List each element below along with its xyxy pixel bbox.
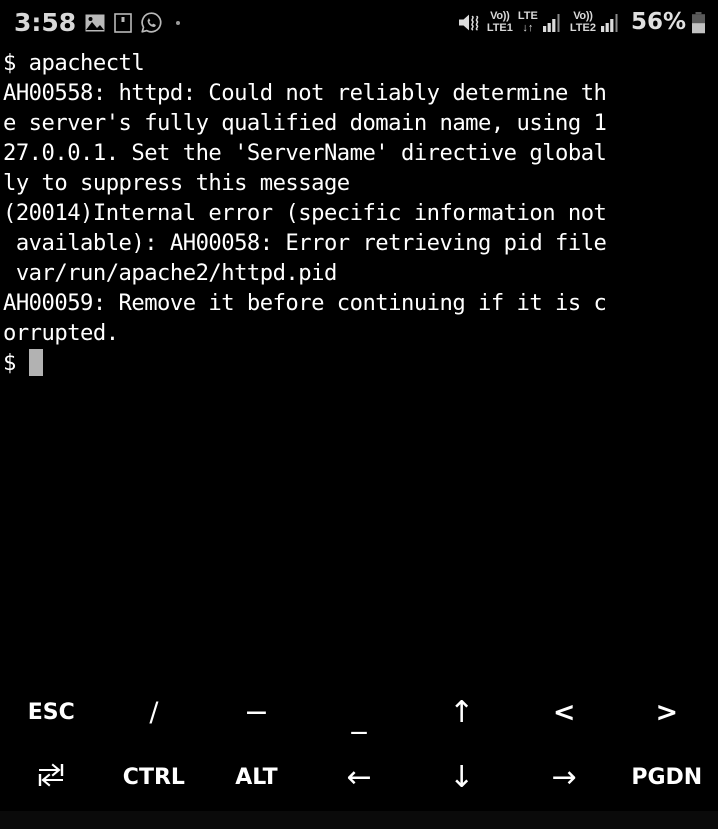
sim1-volte-label: Vo)) [490, 10, 510, 23]
signal-bars-sim1-icon [542, 13, 565, 33]
key-arrow-right-label: → [551, 760, 577, 795]
status-bar-left: 3:58 [14, 8, 181, 37]
key-slash[interactable]: / [103, 680, 206, 745]
terminal-prompt-line: $ [3, 348, 718, 378]
terminal-line: var/run/apache2/httpd.pid [3, 260, 337, 286]
vibrate-mute-icon [457, 12, 482, 33]
mobile-data-indicator: LTE ↓↑ [517, 10, 538, 34]
key-arrow-up[interactable]: ↑ [410, 680, 513, 745]
terminal-line: $ apachectl [3, 50, 145, 76]
terminal-line: 27.0.0.1. Set the 'ServerName' directive… [3, 140, 607, 166]
navigation-gesture-bar [0, 811, 718, 829]
terminal-line: e server's fully qualified domain name, … [3, 110, 607, 136]
status-bar-right: Vo)) LTE1 LTE ↓↑ Vo)) LTE2 56% [457, 11, 706, 34]
key-underscore-label: _ [351, 700, 367, 735]
key-alt[interactable]: ALT [205, 745, 308, 810]
key-greater-than[interactable]: > [615, 680, 718, 745]
key-less-than[interactable]: < [513, 680, 616, 745]
key-arrow-up-label: ↑ [449, 695, 475, 730]
terminal-line: AH00558: httpd: Could not reliably deter… [3, 80, 607, 106]
key-arrow-down-label: ↓ [449, 760, 475, 795]
status-clock: 3:58 [14, 8, 77, 37]
terminal-line: orrupted. [3, 320, 119, 346]
screenshot-icon [114, 12, 132, 33]
tab-icon [36, 762, 66, 794]
sim2-volte-indicator: Vo)) LTE2 [569, 10, 596, 34]
key-dash-label: − [243, 695, 270, 730]
key-tab[interactable] [0, 745, 103, 810]
key-pgdn-label: PGDN [631, 765, 703, 790]
key-arrow-left-label: ← [346, 760, 372, 795]
extra-keys-bar: ESC / − _ ↑ < > CTRL ALT ← ↓ → PGDN [0, 680, 718, 811]
key-greater-than-label: > [655, 697, 679, 728]
sim1-network-label: LTE1 [486, 21, 513, 34]
battery-icon [691, 11, 706, 34]
terminal-line: (20014)Internal error (specific informat… [3, 200, 607, 226]
terminal-line: AH00059: Remove it before continuing if … [3, 290, 607, 316]
extra-keys-row-1: ESC / − _ ↑ < > [0, 680, 718, 745]
key-underscore[interactable]: _ [308, 680, 411, 745]
signal-bars-sim2-icon [600, 13, 623, 33]
key-slash-label: / [149, 697, 159, 728]
terminal-screen[interactable]: $ apachectl AH00558: httpd: Could not rel… [0, 45, 718, 680]
key-less-than-label: < [552, 697, 576, 728]
key-esc-label: ESC [27, 700, 75, 725]
key-ctrl[interactable]: CTRL [103, 745, 206, 810]
key-arrow-down[interactable]: ↓ [410, 745, 513, 810]
terminal-line: ly to suppress this message [3, 170, 350, 196]
extra-keys-row-2: CTRL ALT ← ↓ → PGDN [0, 745, 718, 810]
data-transfer-arrows-icon: ↓↑ [522, 21, 534, 34]
sim1-volte-indicator: Vo)) LTE1 [486, 10, 513, 34]
key-dash[interactable]: − [205, 680, 308, 745]
sim2-network-label: LTE2 [569, 21, 596, 34]
battery-percent-label: 56% [630, 9, 686, 35]
terminal-output: $ apachectl AH00558: httpd: Could not rel… [3, 48, 718, 348]
terminal-prompt: $ [3, 350, 29, 376]
key-alt-label: ALT [235, 765, 278, 790]
whatsapp-icon [141, 12, 162, 33]
gallery-icon [85, 14, 105, 32]
more-notifications-dot [176, 20, 181, 25]
status-bar: 3:58 Vo)) LTE1 LTE ↓↑ Vo)) LTE2 56% [0, 0, 718, 45]
key-esc[interactable]: ESC [0, 680, 103, 745]
key-pgdn[interactable]: PGDN [615, 745, 718, 810]
terminal-cursor [28, 349, 43, 376]
data-network-type: LTE [517, 10, 538, 23]
key-ctrl-label: CTRL [122, 765, 185, 790]
sim2-volte-label: Vo)) [573, 10, 593, 23]
terminal-line: available): AH00058: Error retrieving pi… [3, 230, 607, 256]
key-arrow-left[interactable]: ← [308, 745, 411, 810]
key-arrow-right[interactable]: → [513, 745, 616, 810]
